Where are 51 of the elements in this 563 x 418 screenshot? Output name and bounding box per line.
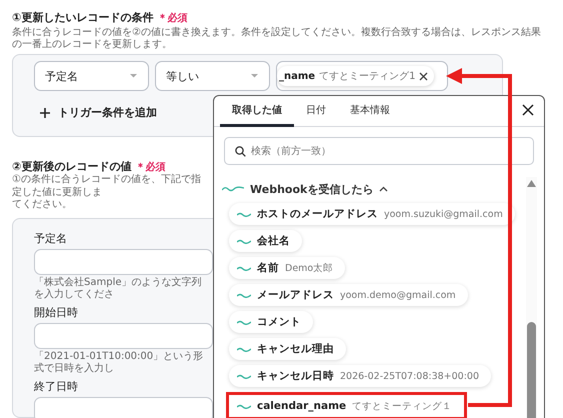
value-chip[interactable]: キャンセル日時 2026-02-25T07:08:38+00:00 bbox=[229, 365, 492, 387]
search-placeholder: 検索（前方一致） bbox=[251, 144, 331, 158]
logo-icon bbox=[237, 238, 251, 244]
caret-icon bbox=[250, 73, 259, 79]
section-description: ①の条件に合うレコードの値を、下記で指定した値に更新しま bbox=[12, 174, 202, 199]
input-field[interactable] bbox=[34, 322, 213, 348]
tab[interactable]: 取得した値 bbox=[220, 103, 294, 127]
value-chip[interactable]: calendar_name てすとミーティング１ bbox=[226, 392, 468, 418]
scroll-up-icon[interactable] bbox=[527, 180, 536, 187]
section-description: 条件に合うレコードの値を②の値に書き換えます。条件を設定してください。複数行合致する場合は、レスポンス結果の一番上のレコードを更新します。 bbox=[12, 27, 542, 51]
logo-icon bbox=[237, 374, 251, 378]
logo-icon bbox=[237, 404, 251, 408]
required-label: ＊必須 bbox=[157, 12, 188, 24]
value-chip[interactable]: コメント bbox=[229, 311, 313, 333]
operator-dropdown[interactable]: 等しい bbox=[155, 61, 270, 91]
required-label: ＊必須 bbox=[135, 160, 166, 174]
field-label: 終了日時 bbox=[34, 378, 78, 394]
scrollbar[interactable] bbox=[526, 177, 537, 418]
tab[interactable]: 基本情報 bbox=[338, 103, 402, 127]
search-field[interactable]: 検索（前方一致） bbox=[224, 137, 534, 165]
logo-icon bbox=[237, 320, 251, 324]
chevron-icon bbox=[379, 186, 388, 192]
app-logo-icon bbox=[222, 186, 244, 192]
add-condition-button[interactable]: トリガー条件を追加 bbox=[40, 105, 157, 120]
value-chip[interactable]: 名前 Demo太郎 bbox=[229, 257, 346, 279]
value-chip[interactable]: 会社名 bbox=[229, 230, 302, 252]
field-label: 予定名 bbox=[34, 230, 67, 246]
section-title: ①更新したいレコードの条件 bbox=[12, 10, 154, 25]
logo-icon bbox=[237, 292, 251, 298]
field-label: 開始日時 bbox=[34, 304, 78, 320]
tab[interactable]: 日付 bbox=[294, 103, 338, 127]
field-dropdown[interactable]: 予定名 bbox=[34, 61, 149, 91]
value-chip[interactable]: _name てすとミーティング1 bbox=[277, 66, 434, 86]
logo-icon bbox=[237, 266, 251, 270]
logo-icon bbox=[237, 212, 251, 216]
field-hint: 「2021-01-01T10:00:00」という形式で日時を入力し bbox=[34, 350, 204, 374]
group-header[interactable]: Webhookを受信したら bbox=[222, 177, 526, 201]
section-description: てください。 bbox=[12, 199, 73, 212]
value-chip[interactable]: キャンセル理由 bbox=[229, 338, 346, 360]
section-title: ②更新後のレコードの値 bbox=[12, 159, 132, 174]
value-chip[interactable]: ホストのメールアドレス yoom.suzuki@gmail.com bbox=[229, 203, 515, 225]
input-field[interactable] bbox=[34, 396, 213, 418]
field-hint: 「株式会社Sample」のような文字列を入力してくださ bbox=[34, 276, 202, 300]
search-icon bbox=[235, 146, 246, 156]
logo-icon bbox=[237, 346, 251, 352]
value-field[interactable]: _name てすとミーティング1 bbox=[276, 61, 448, 91]
value-chip[interactable]: メールアドレス yoom.demo@gmail.com bbox=[229, 284, 468, 306]
input-field[interactable] bbox=[34, 248, 213, 274]
remove-icon[interactable] bbox=[419, 72, 428, 80]
plus-icon bbox=[40, 108, 50, 118]
caret-icon bbox=[129, 73, 138, 79]
